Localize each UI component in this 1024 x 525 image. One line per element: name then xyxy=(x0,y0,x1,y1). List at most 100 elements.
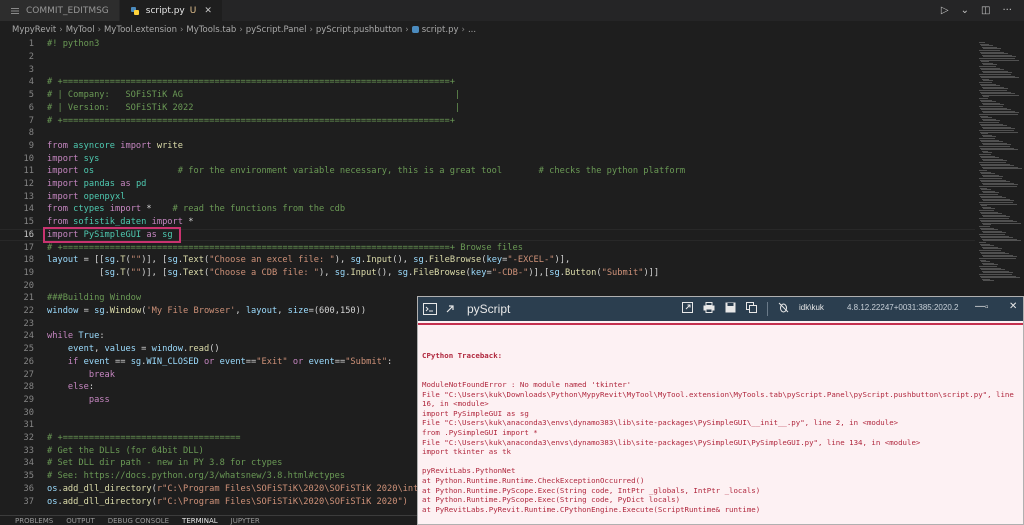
code-line[interactable]: 4 # +====================================… xyxy=(0,76,975,89)
code-token: # +=====================================… xyxy=(47,115,455,126)
panel-tab-problems[interactable]: PROBLEMS xyxy=(15,517,53,525)
open-external-icon[interactable] xyxy=(682,300,693,318)
code-line[interactable]: 11 import os # for the environment variab… xyxy=(0,165,975,178)
close-icon[interactable]: ✕ xyxy=(1009,301,1017,312)
breadcrumb-item[interactable]: MyTool xyxy=(66,25,95,35)
code-token: [ xyxy=(47,267,105,278)
code-token: os xyxy=(47,496,58,507)
tab-script-py[interactable]: script.py U ✕ xyxy=(119,0,223,21)
panel-tab-terminal[interactable]: TERMINAL xyxy=(182,517,218,525)
code-token: or xyxy=(198,356,220,367)
code-line[interactable]: 6 # | Version: SOFiSTiK 2022 | xyxy=(0,102,975,115)
code-line[interactable]: 13 import openpyxl xyxy=(0,190,975,203)
code-token: == xyxy=(109,356,131,367)
arrow-up-right-icon[interactable] xyxy=(443,302,457,316)
code-token: )], xyxy=(554,255,571,266)
tab-commit-editmsg[interactable]: COMMIT_EDITMSG xyxy=(0,0,120,21)
code-line[interactable]: 10 import sys xyxy=(0,152,975,165)
code-line[interactable]: 12 import pandas as pd xyxy=(0,178,975,191)
panel-tab-debug-console[interactable]: DEBUG CONSOLE xyxy=(108,517,169,525)
save-icon[interactable] xyxy=(725,300,736,318)
traceback-line: at PyRevitLabs.PyRevit.Runtime.CPythonEn… xyxy=(422,504,761,514)
code-token: "" xyxy=(130,255,142,266)
code-line[interactable]: 3 xyxy=(0,63,975,76)
print-icon[interactable] xyxy=(703,300,715,318)
run-icon[interactable]: ▷ xyxy=(941,5,949,16)
line-number: 37 xyxy=(23,496,34,507)
code-text: # Get the DLLs (for 64bit DLL) xyxy=(47,446,204,456)
chevron-right-icon: › xyxy=(405,24,409,35)
code-token: ), xyxy=(334,255,351,266)
breadcrumb-item[interactable]: pyScript.pushbutton xyxy=(316,25,402,35)
code-token: import xyxy=(47,166,84,177)
breadcrumb-item[interactable]: MyTool.extension xyxy=(104,25,177,35)
code-text: import os # for the environment variable… xyxy=(47,166,685,176)
code-token: add_dll_directory xyxy=(62,483,152,494)
code-token: break xyxy=(88,369,115,380)
copy-icon[interactable] xyxy=(746,300,757,318)
code-token: while xyxy=(47,331,79,342)
code-line[interactable]: 17 # +===================================… xyxy=(0,241,975,254)
code-line[interactable]: 8 xyxy=(0,127,975,140)
line-number: 36 xyxy=(23,483,34,494)
traceback-line: at Python.Runtime.PyScope.Exec(String co… xyxy=(422,495,681,505)
code-token: "-EXCEL-" xyxy=(507,255,555,266)
breadcrumb-item[interactable]: ... xyxy=(468,25,476,35)
minimize-icon[interactable]: — xyxy=(975,301,985,312)
code-token: # | Version: SOFiSTiK 2022 | xyxy=(47,102,461,113)
version-label: 4.8.12.22247+0031:385:2020.2 xyxy=(847,303,959,312)
chevron-down-icon[interactable]: ⌄ xyxy=(961,5,969,16)
line-number: 20 xyxy=(23,280,34,291)
traceback-line: pyRevitLabs.PythonNet xyxy=(422,466,516,476)
panel-tab-jupyter[interactable]: JUPYTER xyxy=(231,517,260,525)
breadcrumb-item[interactable]: MyTools.tab xyxy=(186,25,236,35)
breadcrumb-item[interactable]: MypyRevit xyxy=(12,25,56,35)
debug-off-icon[interactable] xyxy=(778,300,789,318)
code-text: #! python3 xyxy=(47,39,99,49)
panel-tab-output[interactable]: OUTPUT xyxy=(66,517,95,525)
split-editor-icon[interactable]: ◫ xyxy=(981,5,990,16)
maximize-icon[interactable]: ▫ xyxy=(985,302,989,313)
code-text: os.add_dll_directory(r"C:\Program Files\… xyxy=(47,497,408,507)
line-number: 11 xyxy=(23,166,34,177)
line-number: 8 xyxy=(28,128,34,139)
code-token: pass xyxy=(88,394,110,405)
code-token: from xyxy=(47,217,74,228)
code-line[interactable]: 18 layout = [[sg.T("")], [sg.Text("Choose… xyxy=(0,254,975,267)
user-label: idk\kuk xyxy=(799,303,824,312)
code-line[interactable]: 1 #! python3 xyxy=(0,38,975,51)
code-line[interactable]: 19 [sg.T("")], [sg.Text("Choose a CDB fi… xyxy=(0,267,975,280)
code-line[interactable]: 7 # +====================================… xyxy=(0,114,975,127)
code-line[interactable]: 9 from asyncore import write xyxy=(0,140,975,153)
line-number: 19 xyxy=(23,267,34,278)
code-line[interactable]: 20 xyxy=(0,279,975,292)
code-token: # read the functions from the cdb xyxy=(172,204,346,215)
code-text: layout = [[sg.T("")], [sg.Text("Choose a… xyxy=(47,255,570,265)
code-token: sg xyxy=(130,356,142,367)
toolbar-divider xyxy=(767,302,768,316)
line-number: 24 xyxy=(23,331,34,342)
breadcrumb-item[interactable]: pyScript.Panel xyxy=(246,25,307,35)
code-token: event xyxy=(219,356,246,367)
code-token: or xyxy=(287,356,309,367)
line-number: 13 xyxy=(23,191,34,202)
close-icon[interactable]: ✕ xyxy=(204,6,212,16)
code-token: read xyxy=(188,344,210,355)
breadcrumb-item[interactable]: script.py xyxy=(422,25,459,35)
code-text: else: xyxy=(47,382,94,392)
code-token: from xyxy=(47,204,74,215)
minimap-line xyxy=(983,240,1021,242)
code-text: event, values = window.read() xyxy=(47,344,220,354)
code-token: FileBrowse xyxy=(428,255,482,266)
code-line[interactable]: 5 # | Company: SOFiSTiK AG | xyxy=(0,89,975,102)
code-token: import xyxy=(104,204,147,215)
more-icon[interactable]: ··· xyxy=(1002,5,1012,16)
code-line[interactable]: 2 xyxy=(0,51,975,64)
code-line[interactable]: 14 from ctypes import * # read the functi… xyxy=(0,203,975,216)
code-token: #! python3 xyxy=(47,39,100,50)
code-token: "Choose an excel file: " xyxy=(209,255,335,266)
code-token: if xyxy=(67,356,84,367)
